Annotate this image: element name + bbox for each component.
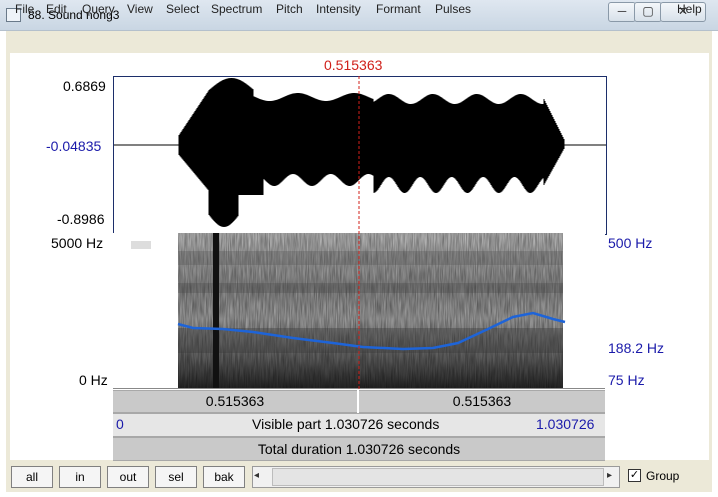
pitch-max-label: 500 Hz	[608, 235, 653, 251]
menu-help[interactable]: Help	[677, 2, 702, 16]
menu-select[interactable]: Select	[166, 2, 199, 16]
spectrogram-min-freq-label: 0 Hz	[79, 372, 108, 388]
menu-edit[interactable]: Edit	[46, 2, 67, 16]
menu-query[interactable]: Query	[82, 2, 115, 16]
pitch-value-label: 188.2 Hz	[608, 340, 665, 356]
menu-pulses[interactable]: Pulses	[435, 2, 471, 16]
menu-bar	[6, 31, 712, 49]
waveform-min-label: -0.8986	[57, 211, 105, 227]
pitch-min-label: 75 Hz	[608, 372, 645, 388]
formant-band-2	[178, 283, 563, 293]
zoom-back-button[interactable]: bak	[203, 466, 245, 488]
minimize-button[interactable]: ─	[608, 2, 636, 22]
zoom-selection-button[interactable]: sel	[155, 466, 197, 488]
spectrogram-max-freq-label: 5000 Hz	[51, 235, 104, 251]
menu-formant[interactable]: Formant	[376, 2, 421, 16]
scroll-right-arrow-icon[interactable]: ▸	[607, 470, 612, 481]
onset-burst	[213, 233, 219, 389]
menu-pitch[interactable]: Pitch	[276, 2, 303, 16]
formant-band-3	[178, 328, 563, 353]
spectrogram-blip	[131, 241, 151, 249]
menu-view[interactable]: View	[127, 2, 153, 16]
scroll-left-arrow-icon[interactable]: ◂	[254, 470, 259, 481]
selection-right-bar[interactable]: 0.515363	[359, 390, 605, 413]
scrollbar-thumb[interactable]	[272, 468, 604, 486]
visible-part-label: Visible part 1.030726 seconds	[252, 416, 440, 432]
formant-band-1	[178, 251, 563, 265]
selection-left-bar[interactable]: 0.515363	[113, 390, 357, 413]
waveform-max-label: 0.6869	[63, 78, 106, 94]
group-label: Group	[646, 469, 680, 483]
menu-spectrum[interactable]: Spectrum	[211, 2, 262, 16]
zoom-out-button[interactable]: out	[107, 466, 149, 488]
menu-intensity[interactable]: Intensity	[316, 2, 361, 16]
total-duration-bar[interactable]: Total duration 1.030726 seconds	[113, 437, 605, 461]
waveform-mid-label: -0.04835	[46, 138, 102, 154]
zoom-all-button[interactable]: all	[11, 466, 53, 488]
visible-start-label: 0	[116, 416, 124, 432]
waveform-signal	[178, 78, 565, 227]
group-checkbox[interactable]: ✓	[628, 469, 641, 482]
cursor-line	[358, 76, 360, 391]
visible-end-label: 1.030726	[536, 416, 595, 432]
maximize-button[interactable]: ▢	[634, 2, 662, 22]
cursor-time-label: 0.515363	[324, 57, 383, 73]
menu-file[interactable]: File	[15, 2, 34, 16]
zoom-in-button[interactable]: in	[59, 466, 101, 488]
